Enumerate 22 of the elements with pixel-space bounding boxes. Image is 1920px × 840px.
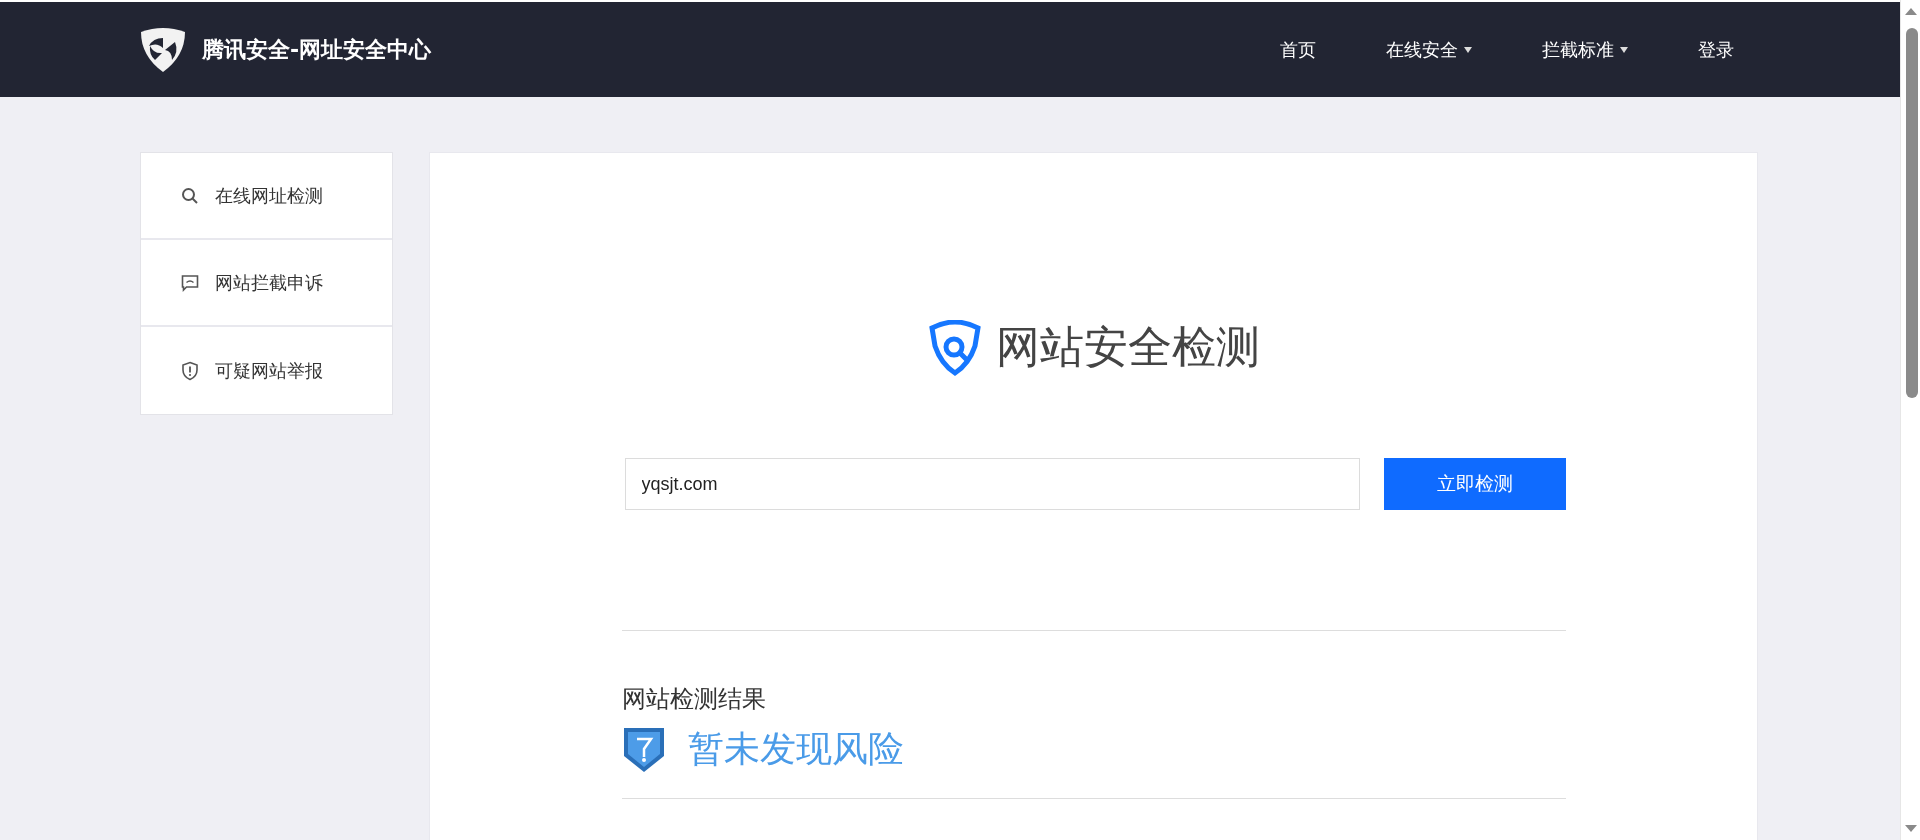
nav-link[interactable]: 拦截标准 bbox=[1538, 31, 1632, 68]
nav-link[interactable]: 在线安全 bbox=[1382, 31, 1476, 68]
comment-icon bbox=[181, 273, 199, 292]
nav-link[interactable]: 登录 bbox=[1694, 31, 1738, 68]
caret-icon bbox=[1620, 46, 1628, 53]
result-status: 暂未发现风险 bbox=[687, 727, 904, 771]
sidebar-item[interactable]: 在线网址检测 bbox=[141, 153, 392, 240]
shield-search-icon bbox=[927, 319, 982, 376]
site-title: 腾讯安全-网址安全中心 bbox=[202, 35, 432, 64]
result-label: 网站检测结果 bbox=[621, 684, 767, 715]
nav-link[interactable]: 首页 bbox=[1276, 31, 1320, 68]
shield-icon bbox=[621, 725, 666, 774]
shield-alert-icon bbox=[181, 360, 199, 381]
url-input[interactable]: yqsjt.com bbox=[624, 458, 1360, 510]
sidebar-item[interactable]: 可疑网站举报 bbox=[141, 327, 392, 414]
search-icon bbox=[181, 186, 199, 205]
page-heading: 网站安全检测 bbox=[995, 320, 1260, 374]
caret-icon bbox=[1464, 46, 1472, 53]
check-button[interactable]: 立即检测 bbox=[1383, 458, 1566, 510]
sidebar-item[interactable]: 网站拦截申诉 bbox=[141, 240, 392, 327]
scrollbar[interactable] bbox=[1900, 0, 1920, 840]
logo-icon bbox=[138, 25, 188, 74]
